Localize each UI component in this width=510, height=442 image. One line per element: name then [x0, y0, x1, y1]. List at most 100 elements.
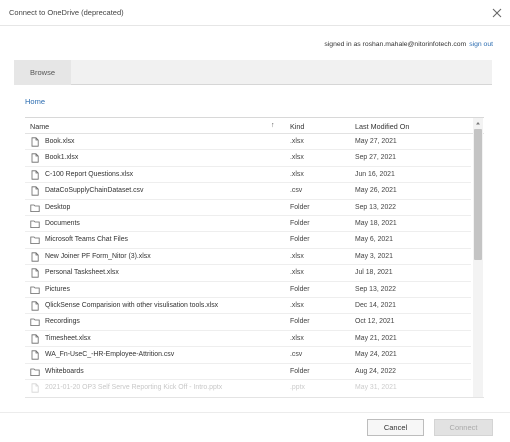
table-row[interactable]: Book.xlsx .xlsx May 27, 2021 [25, 134, 471, 151]
row-kind: .xlsx [290, 302, 304, 309]
file-icon [30, 383, 40, 393]
file-icon [30, 153, 40, 163]
row-name: Desktop [45, 203, 71, 211]
table-row[interactable]: Desktop Folder Sep 13, 2022 [25, 200, 471, 216]
file-icon [30, 170, 40, 180]
scroll-up-arrow-icon[interactable] [473, 118, 483, 128]
table-row[interactable]: Access Needed Checklist.docx.docxAug 20,… [25, 396, 471, 397]
row-name: WA_Fn-UseC_-HR-Employee-Attrition.csv [45, 351, 175, 359]
row-name: DataCoSupplyChainDataset.csv [45, 187, 144, 195]
table-row[interactable]: 2021-01-20 OP3 Self Serve Reporting Kick… [25, 380, 471, 397]
row-name: Timesheet.xlsx [45, 334, 91, 342]
folder-icon [30, 235, 40, 245]
row-kind: .xlsx [290, 269, 304, 277]
folder-icon [30, 203, 40, 213]
file-icon [30, 334, 40, 344]
row-last-modified: Dec 14, 2021 [355, 302, 396, 309]
column-header-last-modified[interactable]: Last Modified On [355, 122, 409, 131]
table-row[interactable]: New Joiner PF Form_Nitor (3).xlsx .xlsx Ma… [25, 249, 471, 266]
dialog-titlebar: Connect to OneDrive (deprecated) [0, 0, 510, 26]
breadcrumb-home[interactable]: Home [25, 97, 45, 106]
row-last-modified: Sep 13, 2022 [355, 285, 396, 293]
row-last-modified: May 27, 2021 [355, 138, 397, 145]
row-kind: Folder [290, 318, 310, 326]
row-kind: .csv [290, 187, 303, 195]
table-row[interactable]: Pictures Folder Sep 13, 2022 [25, 282, 471, 298]
row-name: QlickSense Comparision with other visuli… [45, 302, 219, 309]
column-header-name[interactable]: Name [30, 122, 49, 131]
file-icon [30, 186, 40, 196]
table-row[interactable]: Book1.xlsx .xlsx Sep 27, 2021 [25, 150, 471, 167]
footer-divider [0, 412, 510, 413]
row-name: C-100 Report Questions.xlsx [45, 170, 134, 178]
row-name: Documents [45, 220, 80, 227]
row-kind: Folder [290, 236, 310, 244]
table-row[interactable]: DataCoSupplyChainDataset.csv .csv May 26, … [25, 183, 471, 200]
row-kind: Folder [290, 367, 310, 375]
file-table: Name ↑ Kind Last Modified On Book.xlsx .x… [25, 117, 484, 398]
tab-bar: Browse [14, 60, 492, 85]
row-last-modified: May 21, 2021 [355, 334, 397, 342]
dialog-title: Connect to OneDrive (deprecated) [9, 8, 124, 17]
folder-icon [30, 285, 40, 295]
scrollbar-thumb[interactable] [474, 129, 482, 260]
row-last-modified: Jun 16, 2021 [355, 170, 395, 178]
column-header-kind[interactable]: Kind [290, 122, 304, 131]
row-last-modified: Sep 27, 2021 [355, 154, 396, 162]
signed-in-text: signed in as roshan.mahale@nitorinfotech… [324, 41, 467, 48]
row-last-modified: Aug 24, 2022 [355, 367, 396, 375]
row-last-modified: May 26, 2021 [355, 187, 397, 195]
file-icon [30, 350, 40, 360]
row-name: Book1.xlsx [45, 154, 79, 162]
vertical-scrollbar[interactable] [473, 118, 483, 397]
table-row[interactable]: C-100 Report Questions.xlsx .xlsx Jun 16, … [25, 167, 471, 184]
row-last-modified: May 6, 2021 [355, 236, 393, 244]
row-kind: .xlsx [290, 154, 304, 162]
close-icon[interactable] [490, 6, 504, 20]
row-name: New Joiner PF Form_Nitor (3).xlsx [45, 252, 151, 260]
table-row[interactable]: Documents Folder May 18, 2021 [25, 216, 471, 233]
sort-ascending-icon[interactable]: ↑ [271, 122, 275, 129]
row-name: Microsoft Teams Chat Files [45, 236, 128, 244]
row-last-modified: May 31, 2021 [355, 384, 397, 391]
row-name: 2021-01-20 OP3 Self Serve Reporting Kick… [45, 384, 223, 391]
row-kind: .pptx [290, 384, 305, 391]
row-kind: Folder [290, 285, 310, 293]
table-row[interactable]: Recordings Folder Oct 12, 2021 [25, 314, 471, 331]
row-kind: .xlsx [290, 252, 304, 260]
table-row[interactable]: Personal Tasksheet.xlsx .xlsx Jul 18, 2021 [25, 265, 471, 282]
row-name: Recordings [45, 318, 80, 326]
sign-out-link[interactable]: sign out [469, 41, 493, 48]
row-last-modified: Oct 12, 2021 [355, 318, 395, 326]
connect-button[interactable]: Connect [434, 419, 493, 436]
table-row[interactable]: WA_Fn-UseC_-HR-Employee-Attrition.csv .cs… [25, 347, 471, 364]
row-last-modified: Sep 13, 2022 [355, 203, 396, 211]
row-kind: .csv [290, 351, 303, 359]
folder-icon [30, 219, 40, 229]
table-row[interactable]: QlickSense Comparision with other visuli… [25, 298, 471, 315]
tab-browse[interactable]: Browse [14, 60, 71, 85]
row-name: Pictures [45, 285, 70, 293]
row-kind: .xlsx [290, 138, 304, 145]
folder-icon [30, 367, 40, 377]
row-name: Whiteboards [45, 367, 84, 375]
row-kind: .xlsx [290, 334, 304, 342]
account-info: signed in as roshan.mahale@nitorinfotech… [324, 41, 493, 48]
row-kind: .xlsx [290, 170, 304, 178]
table-row[interactable]: Whiteboards Folder Aug 24, 2022 [25, 364, 471, 380]
file-icon [30, 301, 40, 311]
row-name: Book.xlsx [45, 138, 75, 145]
file-icon [30, 268, 40, 278]
row-last-modified: Jul 18, 2021 [355, 269, 393, 277]
row-last-modified: May 18, 2021 [355, 220, 397, 227]
row-kind: Folder [290, 220, 310, 227]
row-last-modified: May 3, 2021 [355, 252, 393, 260]
folder-icon [30, 317, 40, 327]
row-name: Personal Tasksheet.xlsx [45, 269, 119, 277]
table-row[interactable]: Timesheet.xlsx .xlsx May 21, 2021 [25, 331, 471, 348]
row-last-modified: May 24, 2021 [355, 351, 397, 359]
cancel-button[interactable]: Cancel [367, 419, 424, 436]
table-row[interactable]: Microsoft Teams Chat Files Folder May 6, 2… [25, 232, 471, 249]
table-header: Name ↑ Kind Last Modified On [25, 118, 484, 134]
row-kind: Folder [290, 203, 310, 211]
